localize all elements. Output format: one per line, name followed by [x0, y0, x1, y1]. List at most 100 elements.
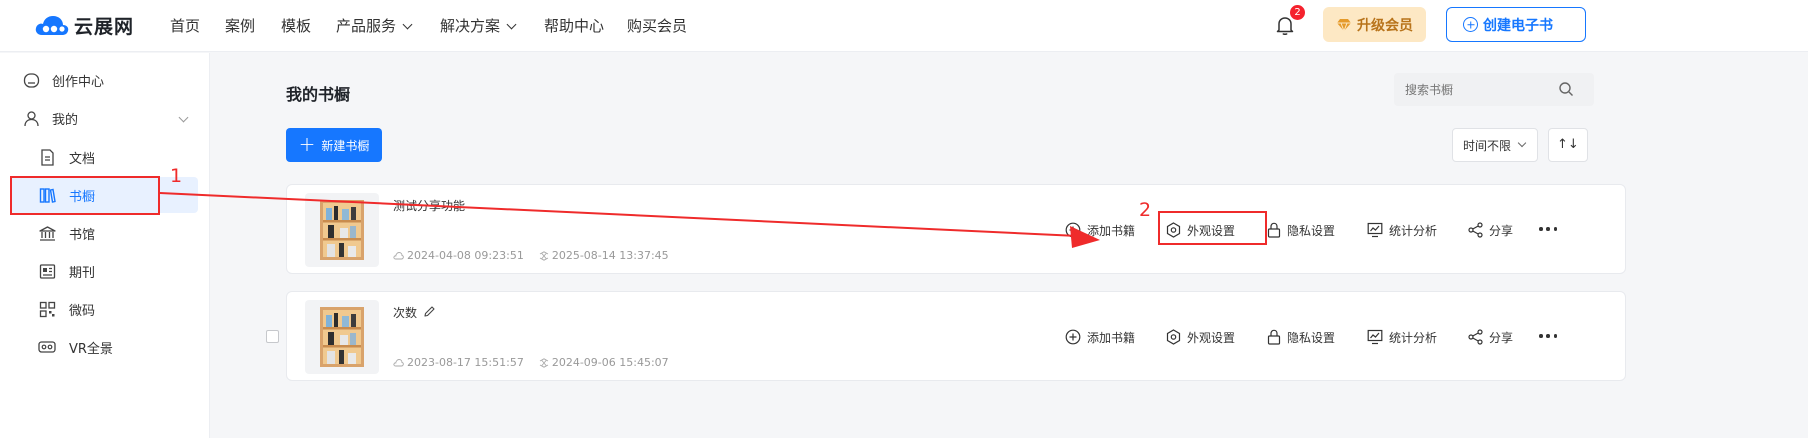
new-bookshelf-label: 新建书橱	[321, 138, 370, 153]
share-label: 分享	[1489, 330, 1514, 345]
add-books-label: 添加书籍	[1087, 330, 1136, 345]
plus-circle-icon	[1463, 17, 1478, 32]
edit-pencil-icon[interactable]	[423, 305, 436, 318]
bookshelf-card[interactable]: 次数 2023-08-17 15:51:57 2024-09-06 15:45:…	[286, 291, 1626, 381]
annotation-box-step-1	[10, 176, 160, 215]
privacy-settings-label: 隐私设置	[1287, 330, 1336, 345]
bookshelf-thumbnail	[305, 300, 379, 374]
bookshelf-name: 测试分享功能	[393, 199, 466, 213]
cloud-logo-icon	[35, 16, 69, 35]
logo-text: 云展网	[74, 15, 135, 38]
bookshelf-cover-icon	[320, 200, 364, 260]
statistics-button[interactable]: 统计分析	[1367, 219, 1437, 241]
new-bookshelf-button[interactable]: + 新建书橱	[286, 128, 382, 162]
sort-button[interactable]: ↑↓	[1548, 128, 1588, 162]
create-ebook-button[interactable]: 创建电子书	[1446, 7, 1586, 42]
search-icon[interactable]	[1558, 81, 1574, 97]
created-time: 2024-04-08 09:23:51	[393, 249, 524, 262]
statistics-label: 统计分析	[1389, 330, 1438, 345]
time-filter-select[interactable]: 时间不限	[1452, 128, 1538, 162]
share-button[interactable]: 分享	[1468, 219, 1513, 241]
sync-icon	[539, 357, 549, 368]
sidebar-item-label: 我的	[52, 112, 79, 128]
sidebar-item-mine[interactable]: 我的	[10, 100, 198, 136]
cloud-upload-icon	[393, 359, 404, 367]
privacy-settings-label: 隐私设置	[1287, 223, 1336, 238]
create-ebook-label: 创建电子书	[1483, 17, 1553, 34]
plus-circle-icon	[1065, 329, 1081, 345]
annotation-number-1: 1	[170, 165, 183, 187]
chart-icon	[1367, 222, 1383, 238]
sidebar-item-label: VR全景	[69, 341, 113, 357]
chevron-down-icon	[506, 19, 517, 30]
chart-icon	[1367, 329, 1383, 345]
annotation-number-2: 2	[1139, 199, 1152, 221]
bookshelf-cover-icon	[320, 307, 364, 367]
more-icon[interactable]	[1539, 334, 1557, 338]
upgrade-vip-button[interactable]: 升级会员	[1323, 7, 1426, 42]
plus-icon: +	[298, 132, 316, 156]
sidebar-item-label: 微码	[69, 303, 96, 319]
appearance-settings-button[interactable]: 外观设置	[1166, 326, 1235, 348]
qrcode-icon	[38, 300, 56, 318]
bookshelf-meta: 2024-04-08 09:23:51 2025-08-14 13:37:45	[393, 249, 684, 262]
sidebar-item-label: 创作中心	[52, 74, 105, 90]
nav-templates[interactable]: 模板	[281, 16, 311, 36]
chevron-down-icon	[402, 19, 413, 30]
select-checkbox[interactable]	[266, 330, 279, 343]
created-time-value: 2023-08-17 15:51:57	[407, 356, 524, 369]
user-icon	[22, 109, 40, 127]
top-navigation-bar: 云展网 首页 案例 模板 产品服务 解决方案 帮助中心 购买会员 2 升级会员 …	[0, 0, 1808, 52]
nav-cases[interactable]: 案例	[225, 16, 255, 36]
diamond-icon	[1337, 18, 1351, 32]
chevron-down-icon	[1517, 138, 1527, 148]
bookshelf-name: 次数	[393, 306, 418, 320]
cloud-upload-icon	[393, 252, 404, 260]
annotation-box-step-2	[1158, 211, 1267, 245]
nav-home[interactable]: 首页	[170, 16, 200, 36]
journal-icon	[38, 262, 56, 280]
updated-time: 2024-09-06 15:45:07	[539, 356, 669, 369]
privacy-settings-button[interactable]: 隐私设置	[1267, 326, 1335, 348]
add-books-button[interactable]: 添加书籍	[1065, 326, 1135, 348]
hexagon-settings-icon	[1166, 329, 1181, 345]
upgrade-vip-label: 升级会员	[1357, 17, 1413, 34]
library-icon	[38, 224, 56, 242]
time-filter-value: 时间不限	[1463, 138, 1512, 153]
logo[interactable]: 云展网	[34, 11, 134, 39]
share-label: 分享	[1489, 223, 1514, 238]
updated-time-value: 2024-09-06 15:45:07	[551, 356, 669, 369]
nav-solutions-label: 解决方案	[440, 17, 501, 35]
statistics-button[interactable]: 统计分析	[1367, 326, 1437, 348]
bookshelf-meta: 2023-08-17 15:51:57 2024-09-06 15:45:07	[393, 356, 684, 369]
sidebar-item-library[interactable]: 书馆	[10, 215, 198, 251]
sidebar-item-label: 书馆	[69, 227, 96, 243]
vr-icon	[38, 338, 56, 356]
home-icon	[22, 71, 40, 89]
nav-solutions[interactable]: 解决方案	[440, 16, 517, 36]
created-time: 2023-08-17 15:51:57	[393, 356, 524, 369]
share-button[interactable]: 分享	[1468, 326, 1513, 348]
document-icon	[38, 148, 56, 166]
page-title: 我的书橱	[286, 85, 351, 104]
sidebar-item-label: 文档	[69, 151, 96, 167]
sidebar-item-vr[interactable]: VR全景	[10, 329, 198, 365]
statistics-label: 统计分析	[1389, 223, 1438, 238]
nav-membership[interactable]: 购买会员	[627, 16, 687, 36]
more-icon[interactable]	[1539, 227, 1557, 231]
sync-icon	[539, 250, 549, 261]
sidebar: 创作中心 我的 文档 书橱 书馆 期刊 微码 VR全景	[0, 53, 210, 438]
privacy-settings-button[interactable]: 隐私设置	[1267, 219, 1335, 241]
share-icon	[1468, 329, 1483, 345]
bookshelf-card[interactable]: 测试分享功能 2024-04-08 09:23:51 2025-08-14 13…	[286, 184, 1626, 274]
plus-circle-icon	[1065, 222, 1081, 238]
created-time-value: 2024-04-08 09:23:51	[407, 249, 524, 262]
sidebar-item-microcode[interactable]: 微码	[10, 291, 198, 327]
lock-icon	[1267, 329, 1281, 345]
add-books-button[interactable]: 添加书籍	[1065, 219, 1135, 241]
sidebar-item-journal[interactable]: 期刊	[10, 253, 198, 289]
nav-products[interactable]: 产品服务	[336, 16, 413, 36]
add-books-label: 添加书籍	[1087, 223, 1136, 238]
nav-help[interactable]: 帮助中心	[544, 16, 604, 36]
sidebar-item-creation-center[interactable]: 创作中心	[10, 62, 198, 98]
